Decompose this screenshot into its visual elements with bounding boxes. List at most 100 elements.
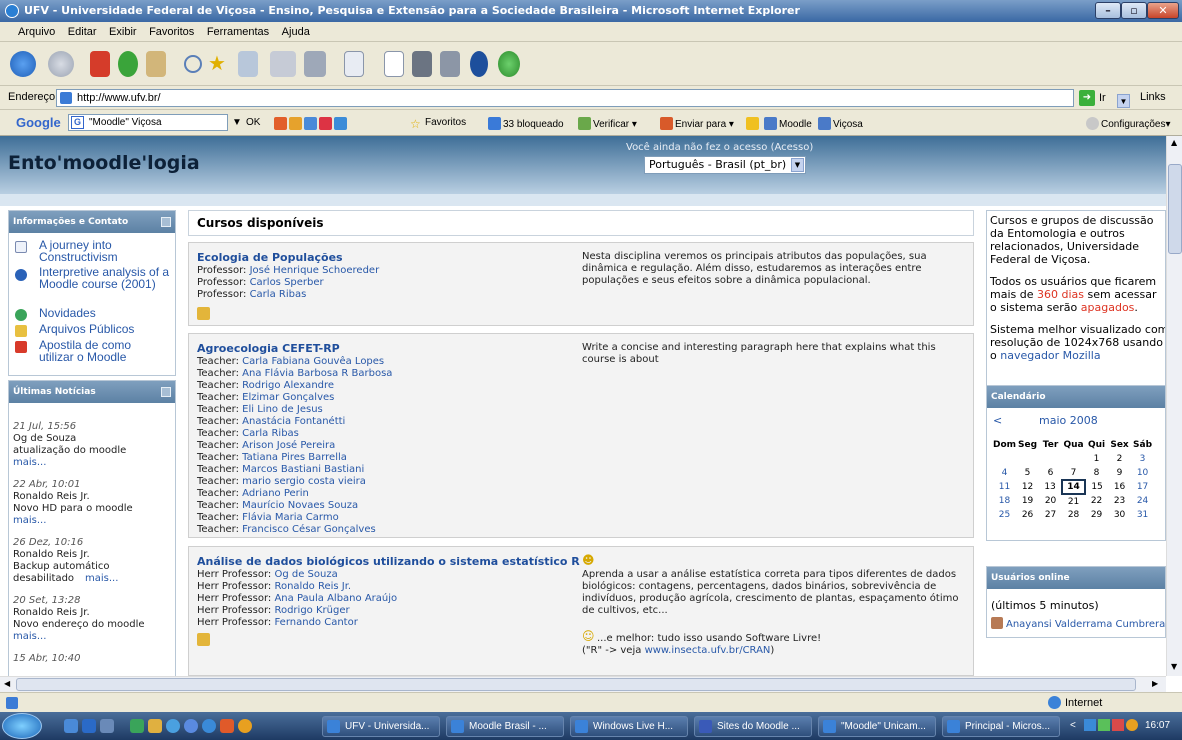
tray-expand-icon[interactable]: <: [1070, 720, 1076, 731]
forward-icon[interactable]: [48, 51, 74, 77]
calendar-day[interactable]: 25: [993, 508, 1016, 522]
info-link-journey[interactable]: A journey into Constructivism: [39, 239, 159, 263]
task-button[interactable]: "Moodle" Unicam...: [818, 716, 936, 737]
google-dropdown[interactable]: ▼: [232, 117, 242, 128]
calendar-day[interactable]: 5: [1016, 466, 1039, 480]
info-link-arquivos[interactable]: Arquivos Públicos: [39, 323, 134, 335]
teacher-name-link[interactable]: Og de Souza: [274, 569, 337, 580]
calendar-month[interactable]: maio 2008: [1039, 414, 1098, 427]
teacher-name-link[interactable]: Carla Ribas: [250, 289, 307, 300]
teacher-name-link[interactable]: Marcos Bastiani Bastiani: [242, 464, 364, 475]
calendar-day[interactable]: 12: [1016, 480, 1039, 494]
start-button[interactable]: [2, 713, 42, 739]
calendar-day[interactable]: 9: [1108, 466, 1131, 480]
scroll-up-icon[interactable]: ▲: [1171, 138, 1177, 147]
window-switch-icon[interactable]: [100, 719, 114, 733]
back-icon[interactable]: [10, 51, 36, 77]
menu-ajuda[interactable]: Ajuda: [282, 26, 310, 38]
calendar-day[interactable]: 26: [1016, 508, 1039, 522]
language-select[interactable]: Português - Brasil (pt_br) ▼: [644, 156, 806, 174]
calendar-day[interactable]: 8: [1085, 466, 1108, 480]
google-ok-button[interactable]: OK: [246, 117, 260, 128]
calendar-day[interactable]: 27: [1039, 508, 1062, 522]
teacher-name-link[interactable]: Eli Lino de Jesus: [242, 404, 323, 415]
settings-button[interactable]: Configurações▾: [1086, 117, 1171, 130]
news-more-link[interactable]: mais...: [13, 631, 46, 642]
course-name[interactable]: Ecologia de Populações: [197, 251, 343, 264]
menu-exibir[interactable]: Exibir: [109, 26, 137, 38]
clock[interactable]: 16:07: [1145, 720, 1170, 731]
calendar-day[interactable]: 13: [1039, 480, 1062, 494]
google-tool-icons[interactable]: [274, 117, 349, 130]
discuss-icon[interactable]: [384, 51, 404, 77]
calendar-day[interactable]: 14: [1061, 479, 1087, 495]
quicklaunch-icon[interactable]: [220, 719, 234, 733]
quicklaunch-icon[interactable]: [148, 719, 162, 733]
calendar-day[interactable]: 19: [1016, 494, 1039, 508]
google-favoritos-button[interactable]: ☆ Favoritos: [410, 117, 466, 131]
menu-favoritos[interactable]: Favoritos: [149, 26, 194, 38]
calendar-day[interactable]: 22: [1085, 494, 1108, 508]
home-icon[interactable]: [146, 51, 166, 77]
bluetooth-icon[interactable]: [470, 51, 488, 77]
quicklaunch-icon[interactable]: [130, 719, 144, 733]
minimize-button[interactable]: –: [1095, 2, 1121, 19]
task-button[interactable]: UFV - Universida...: [322, 716, 440, 737]
calendar-day[interactable]: 7: [1062, 466, 1085, 480]
help-icon[interactable]: [202, 719, 216, 733]
calendar-day[interactable]: 21: [1062, 494, 1085, 508]
scroll-down-icon[interactable]: ▼: [1171, 662, 1177, 671]
calendar-day[interactable]: 28: [1062, 508, 1085, 522]
links-button[interactable]: Links: [1140, 91, 1166, 103]
messenger-icon[interactable]: [412, 51, 432, 77]
task-button[interactable]: Moodle Brasil - ...: [446, 716, 564, 737]
teacher-name-link[interactable]: Rodrigo Krüger: [274, 605, 349, 616]
scroll-left-icon[interactable]: ◀: [4, 679, 10, 688]
quicklaunch-icon[interactable]: [184, 719, 198, 733]
msn-icon[interactable]: [498, 51, 520, 77]
calendar-day[interactable]: 20: [1039, 494, 1062, 508]
calendar-day[interactable]: 10: [1131, 466, 1154, 480]
scroll-thumb[interactable]: [1168, 164, 1182, 254]
calendar-day[interactable]: 15: [1085, 480, 1108, 494]
teacher-name-link[interactable]: Carla Fabiana Gouvêa Lopes: [242, 356, 384, 367]
teacher-name-link[interactable]: Carlos Sperber: [250, 277, 324, 288]
calendar-day[interactable]: 17: [1131, 480, 1154, 494]
news-more-link[interactable]: mais...: [85, 573, 118, 584]
google-search-input[interactable]: G "Moodle" Viçosa: [68, 114, 228, 131]
scroll-thumb[interactable]: [16, 678, 1136, 691]
task-button[interactable]: Windows Live H...: [570, 716, 688, 737]
course-name[interactable]: Agroecologia CEFET-RP: [197, 342, 340, 355]
moodle-search-button[interactable]: Moodle: [764, 117, 812, 130]
news-more-link[interactable]: mais...: [13, 457, 46, 468]
teacher-name-link[interactable]: Rodrigo Alexandre: [242, 380, 334, 391]
calendar-day[interactable]: 3: [1131, 452, 1154, 466]
calendar-day[interactable]: 2: [1108, 452, 1131, 466]
firefox-icon[interactable]: [238, 719, 252, 733]
calendar-day[interactable]: 16: [1108, 480, 1131, 494]
menu-arquivo[interactable]: Arquivo: [18, 26, 55, 38]
address-input[interactable]: http://www.ufv.br/ ▼: [56, 89, 1130, 108]
vertical-scrollbar[interactable]: ▲ ▼: [1166, 136, 1182, 676]
teacher-name-link[interactable]: Maurício Novaes Souza: [242, 500, 358, 511]
teacher-name-link[interactable]: Carla Ribas: [242, 428, 299, 439]
research-icon[interactable]: [440, 51, 460, 77]
hide-block-icon[interactable]: [161, 387, 171, 397]
calendar-day[interactable]: 11: [993, 480, 1016, 494]
menu-ferramentas[interactable]: Ferramentas: [207, 26, 269, 38]
teacher-name-link[interactable]: Elzimar Gonçalves: [242, 392, 334, 403]
hide-block-icon[interactable]: [161, 217, 171, 227]
teacher-name-link[interactable]: Flávia Maria Carmo: [242, 512, 339, 523]
edit-icon[interactable]: [344, 51, 364, 77]
calendar-day[interactable]: 31: [1131, 508, 1154, 522]
login-info[interactable]: Você ainda não fez o acesso (Acesso): [626, 142, 813, 153]
cran-link[interactable]: www.insecta.ufv.br/CRAN: [645, 645, 771, 656]
teacher-name-link[interactable]: mario sergio costa vieira: [242, 476, 366, 487]
scroll-right-icon[interactable]: ▶: [1152, 679, 1158, 688]
highlight-icon[interactable]: [746, 117, 761, 130]
search-icon[interactable]: [184, 55, 202, 73]
stop-icon[interactable]: [90, 51, 110, 77]
teacher-name-link[interactable]: Arison José Pereira: [242, 440, 335, 451]
teacher-name-link[interactable]: Francisco César Gonçalves: [242, 524, 376, 535]
quicklaunch-icon[interactable]: [166, 719, 180, 733]
